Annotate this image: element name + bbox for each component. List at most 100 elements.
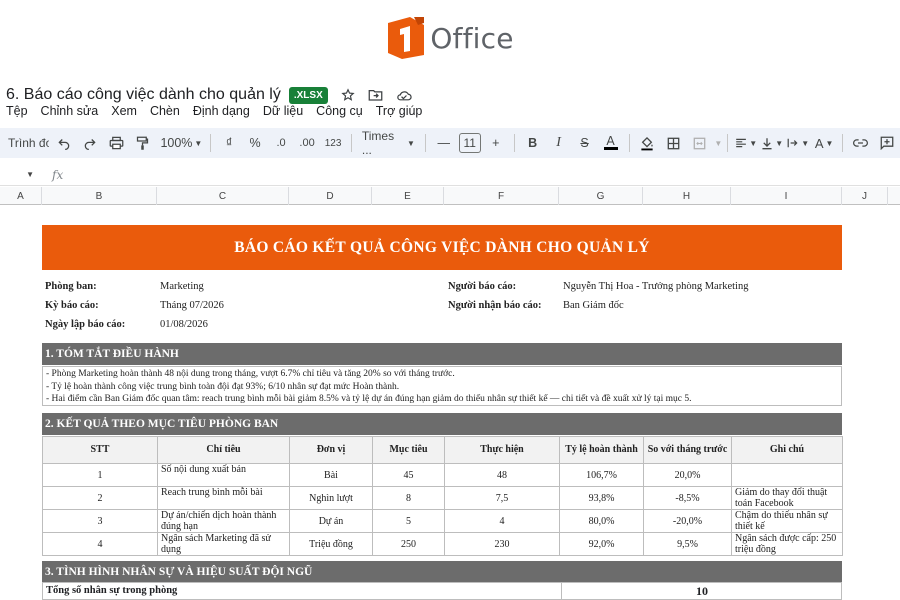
column-header-f[interactable]: F	[444, 187, 559, 205]
cell-rate[interactable]: 80,0%	[559, 509, 644, 533]
section-header-kpi[interactable]: 2. KẾT QUẢ THEO MỤC TIÊU PHÒNG BAN	[42, 413, 842, 435]
cell-metric[interactable]: Reach trung bình mỗi bài	[157, 486, 290, 510]
cell-note[interactable]: Chậm do thiếu nhân sự thiết kế	[731, 509, 843, 533]
text-wrap-icon[interactable]: ▼	[787, 131, 809, 155]
menu-view[interactable]: Xem	[111, 104, 137, 122]
column-header-g[interactable]: G	[559, 187, 643, 205]
cell-mom[interactable]: 9,5%	[643, 532, 732, 556]
vertical-align-icon[interactable]: ▼	[761, 131, 783, 155]
column-header-i[interactable]: I	[731, 187, 842, 205]
header-note[interactable]: Ghi chú	[731, 436, 843, 464]
font-select[interactable]: Times ... ▼	[359, 129, 418, 157]
print-icon[interactable]	[105, 131, 127, 155]
decrease-decimal-button[interactable]: .0	[270, 131, 292, 155]
cell-stt[interactable]: 1	[42, 463, 158, 487]
decrease-font-size-icon[interactable]: —	[433, 131, 455, 155]
header-actual[interactable]: Thực hiện	[444, 436, 560, 464]
section-header-staff[interactable]: 3. TÌNH HÌNH NHÂN SỰ VÀ HIỆU SUẤT ĐỘI NG…	[42, 561, 842, 583]
column-header-d[interactable]: D	[289, 187, 372, 205]
insert-link-icon[interactable]	[850, 131, 872, 155]
cell-stt[interactable]: 4	[42, 532, 158, 556]
italic-icon[interactable]: I	[548, 131, 570, 155]
menu-search[interactable]: Trình đơn	[6, 131, 49, 155]
cell-metric[interactable]: Dự án/chiến dịch hoàn thành đúng hạn	[157, 509, 290, 533]
number-format-button[interactable]: 123	[322, 131, 344, 155]
receiver-value[interactable]: Ban Giám đốc	[563, 300, 624, 311]
cell-note[interactable]: Giảm do thay đổi thuật toán Facebook	[731, 486, 843, 510]
text-color-icon[interactable]: A	[600, 131, 622, 155]
header-mom[interactable]: So với tháng trước	[643, 436, 732, 464]
increase-decimal-button[interactable]: .00	[296, 131, 318, 155]
cell-note[interactable]: Ngân sách được cấp: 250 triệu đồng	[731, 532, 843, 556]
summary-cell[interactable]: - Phòng Marketing hoàn thành 48 nội dung…	[42, 366, 842, 406]
cell-unit[interactable]: Nghìn lượt	[289, 486, 373, 510]
column-header-c[interactable]: C	[157, 187, 289, 205]
header-stt[interactable]: STT	[42, 436, 158, 464]
cell-mom[interactable]: -20,0%	[643, 509, 732, 533]
paint-format-icon[interactable]	[131, 131, 153, 155]
cell-stt[interactable]: 3	[42, 509, 158, 533]
bold-icon[interactable]: B	[522, 131, 544, 155]
increase-font-size-icon[interactable]: +	[485, 131, 507, 155]
menu-insert[interactable]: Chèn	[150, 104, 180, 122]
cell-metric[interactable]: Số nội dung xuất bản	[157, 463, 290, 487]
text-rotation-icon[interactable]: A ▼	[813, 131, 835, 155]
menu-format[interactable]: Định dạng	[193, 104, 250, 122]
column-header-b[interactable]: B	[42, 187, 157, 205]
reporter-value[interactable]: Nguyễn Thị Hoa - Trưởng phòng Marketing	[563, 281, 748, 292]
fill-color-icon[interactable]	[636, 131, 658, 155]
redo-icon[interactable]	[79, 131, 101, 155]
currency-format-button[interactable]: ₫	[218, 131, 240, 155]
period-value[interactable]: Tháng 07/2026	[160, 300, 224, 311]
cell-unit[interactable]: Dự án	[289, 509, 373, 533]
cell-unit[interactable]: Bài	[289, 463, 373, 487]
font-size-input[interactable]: 11	[458, 133, 481, 153]
column-header-h[interactable]: H	[643, 187, 731, 205]
cell-unit[interactable]: Triệu đồng	[289, 532, 373, 556]
document-title[interactable]: 6. Báo cáo công việc dành cho quản lý	[6, 86, 281, 104]
cell-rate[interactable]: 92,0%	[559, 532, 644, 556]
percent-format-button[interactable]: %	[244, 131, 266, 155]
menu-help[interactable]: Trợ giúp	[376, 104, 423, 122]
cell-stt[interactable]: 2	[42, 486, 158, 510]
menu-data[interactable]: Dữ liệu	[263, 104, 303, 122]
name-box[interactable]: ▼	[0, 170, 40, 179]
cell-metric[interactable]: Ngân sách Marketing đã sử dụng	[157, 532, 290, 556]
zoom-select[interactable]: 100% ▼	[157, 131, 203, 155]
merge-cells-icon[interactable]	[688, 131, 710, 155]
borders-icon[interactable]	[662, 131, 684, 155]
dept-value[interactable]: Marketing	[160, 281, 204, 292]
staff-label[interactable]: Tổng số nhân sự trong phòng	[46, 585, 177, 596]
align-left-icon[interactable]: ▼	[735, 131, 757, 155]
move-folder-icon[interactable]	[368, 87, 384, 103]
header-target[interactable]: Mục tiêu	[372, 436, 445, 464]
insert-comment-icon[interactable]	[876, 131, 898, 155]
cell-actual[interactable]: 7,5	[444, 486, 560, 510]
undo-icon[interactable]	[53, 131, 75, 155]
strikethrough-icon[interactable]: S	[574, 131, 596, 155]
cell-rate[interactable]: 93,8%	[559, 486, 644, 510]
staff-value[interactable]: 10	[561, 583, 842, 600]
section-header-summary[interactable]: 1. TÓM TẮT ĐIỀU HÀNH	[42, 343, 842, 365]
cell-rate[interactable]: 106,7%	[559, 463, 644, 487]
cell-actual[interactable]: 48	[444, 463, 560, 487]
cell-target[interactable]: 5	[372, 509, 445, 533]
menu-edit[interactable]: Chỉnh sửa	[41, 104, 99, 122]
cell-mom[interactable]: -8,5%	[643, 486, 732, 510]
cell-actual[interactable]: 230	[444, 532, 560, 556]
report-banner[interactable]: BÁO CÁO KẾT QUẢ CÔNG VIỆC DÀNH CHO QUẢN …	[42, 225, 842, 270]
column-header-j[interactable]: J	[842, 187, 888, 205]
cell-target[interactable]: 8	[372, 486, 445, 510]
cell-target[interactable]: 45	[372, 463, 445, 487]
header-rate[interactable]: Tỷ lệ hoàn thành	[559, 436, 644, 464]
cell-actual[interactable]: 4	[444, 509, 560, 533]
menu-file[interactable]: Tệp	[6, 104, 28, 122]
column-header-a[interactable]: A	[0, 187, 42, 205]
header-metric[interactable]: Chỉ tiêu	[157, 436, 290, 464]
cell-target[interactable]: 250	[372, 532, 445, 556]
star-icon[interactable]	[340, 87, 356, 103]
cloud-icon[interactable]	[396, 87, 412, 103]
column-header-e[interactable]: E	[372, 187, 444, 205]
cell-note[interactable]	[731, 463, 843, 487]
menu-tools[interactable]: Công cụ	[316, 104, 363, 122]
